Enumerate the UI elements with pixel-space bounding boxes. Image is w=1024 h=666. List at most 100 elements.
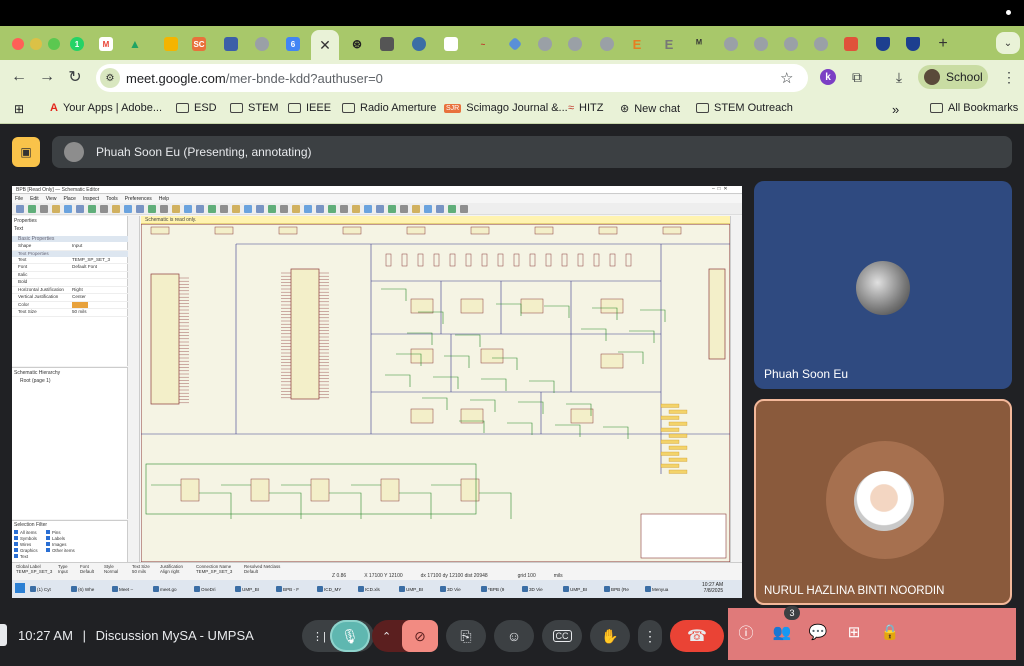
kicad-toolbar-icon[interactable] (16, 205, 24, 213)
browser-menu-button[interactable]: ⋮ (998, 66, 1020, 88)
taskbar-item[interactable]: BPB (Re (604, 583, 642, 595)
kicad-toolbar-icon[interactable] (76, 205, 84, 213)
kicad-toolbar-icon[interactable] (376, 205, 384, 213)
bookmark-stem[interactable]: STEM (230, 102, 279, 114)
bookmark-star-icon[interactable]: ☆ (780, 69, 793, 87)
new-tab-button[interactable]: + (930, 32, 956, 56)
bookmark-esd[interactable]: ESD (176, 102, 217, 114)
bookmark-scimago[interactable]: SJR Scimago Journal &... (444, 102, 568, 114)
minimize-window-button[interactable] (30, 38, 42, 50)
kicad-toolbar-icon[interactable] (220, 205, 228, 213)
tab-e[interactable]: E (624, 32, 650, 56)
stop-presenting-button[interactable]: ▣ (12, 137, 40, 167)
property-value[interactable]: TEMP_SP_SET_3 (70, 257, 128, 264)
kicad-menu-tools[interactable]: Tools (106, 196, 118, 202)
property-value[interactable]: 50 mils (70, 309, 128, 316)
kicad-toolbar-icon[interactable] (460, 205, 468, 213)
kicad-toolbar-icon[interactable] (412, 205, 420, 213)
taskbar-item[interactable]: (1) Cyt (30, 583, 68, 595)
kicad-toolbar-icon[interactable] (448, 205, 456, 213)
kicad-toolbar-icon[interactable] (256, 205, 264, 213)
kicad-menu-file[interactable]: File (15, 196, 23, 202)
taskbar-item[interactable]: (6) Whe (71, 583, 109, 595)
maximize-window-button[interactable] (48, 38, 60, 50)
taskbar-item[interactable]: 3D Vie (522, 583, 560, 595)
kicad-toolbar-icon[interactable] (100, 205, 108, 213)
host-controls-button[interactable]: 🔒 (880, 622, 900, 642)
selection-filter-item[interactable]: Text (14, 554, 28, 559)
kicad-toolbar-icon[interactable] (400, 205, 408, 213)
tab-gear[interactable] (406, 32, 432, 56)
selection-filter-item[interactable]: Graphics (14, 548, 38, 553)
kicad-toolbar-icon[interactable] (40, 205, 48, 213)
kicad-menu-edit[interactable]: Edit (30, 196, 39, 202)
schematic-canvas[interactable]: Schematic is read only. (141, 216, 730, 562)
apps-grid-button[interactable]: ⊞ (14, 102, 24, 116)
taskbar-item[interactable]: OneDri (194, 583, 232, 595)
mic-control[interactable]: ⋮| 🎙 (302, 620, 374, 652)
tab-chatgpt[interactable]: ⊛ (344, 32, 370, 56)
tab-bag[interactable] (838, 32, 864, 56)
kicad-toolbar-icon[interactable] (64, 205, 72, 213)
tab-slides[interactable] (158, 32, 184, 56)
reactions-button[interactable]: ☺ (494, 620, 534, 652)
bookmark-new-chat[interactable]: ⊛ New chat (620, 102, 680, 116)
property-value[interactable]: Right (70, 287, 128, 294)
taskbar-item[interactable]: ICD.xls (358, 583, 396, 595)
tab-shield[interactable] (870, 32, 896, 56)
more-options-button[interactable]: ⋮ (638, 620, 662, 652)
kicad-toolbar-icon[interactable] (184, 205, 192, 213)
tab-logo[interactable] (438, 32, 464, 56)
bookmarks-overflow-button[interactable]: » (892, 102, 899, 117)
kicad-toolbar-icon[interactable] (280, 205, 288, 213)
kicad-toolbar-icon[interactable] (244, 205, 252, 213)
kicad-toolbar-icon[interactable] (52, 205, 60, 213)
all-bookmarks-button[interactable]: All Bookmarks (930, 102, 1018, 114)
camera-control[interactable]: ⌃ ⊘ (372, 620, 438, 652)
kicad-toolbar-icon[interactable] (364, 205, 372, 213)
taskbar-item[interactable]: Menyua (645, 583, 683, 595)
kicad-toolbar-icon[interactable] (160, 205, 168, 213)
kicad-menu-preferences[interactable]: Preferences (125, 196, 152, 202)
tab-shield-2[interactable] (900, 32, 926, 56)
property-row[interactable]: Italic (12, 272, 128, 279)
tab-blue[interactable] (502, 32, 528, 56)
kicad-toolbar-icon[interactable] (304, 205, 312, 213)
captions-button[interactable]: CC (542, 620, 582, 652)
chat-button[interactable]: 💬 (808, 622, 828, 642)
camera-off-icon[interactable]: ⊘ (402, 620, 438, 652)
active-tab-close-button[interactable]: ✕ (311, 30, 339, 60)
bookmark-stem-outreach[interactable]: STEM Outreach (696, 102, 793, 114)
hierarchy-root[interactable]: Root (page 1) (20, 378, 51, 384)
kicad-toolbar-icon[interactable] (388, 205, 396, 213)
tab-search-button[interactable]: ⌄ (996, 32, 1020, 54)
address-bar[interactable]: ⚙ meet.google.com/mer-bnde-kdd?authuser=… (96, 64, 808, 92)
property-value[interactable]: Default Font (70, 264, 128, 271)
mic-icon[interactable]: 🎙 (330, 620, 370, 652)
kicad-menu-inspect[interactable]: Inspect (83, 196, 99, 202)
kicad-toolbar-icon[interactable] (172, 205, 180, 213)
property-row[interactable]: Text TEMP_SP_SET_3 (12, 257, 128, 264)
kicad-toolbar-icon[interactable] (136, 205, 144, 213)
kicad-menu-help[interactable]: Help (159, 196, 169, 202)
selection-filter-item[interactable]: Symbols (14, 536, 37, 541)
property-row[interactable]: Font Default Font (12, 264, 128, 272)
kicad-toolbar-icon[interactable] (292, 205, 300, 213)
kicad-toolbar-icon[interactable] (28, 205, 36, 213)
selection-filter-item[interactable]: Pins (46, 530, 61, 535)
tab-generic-5[interactable] (718, 32, 744, 56)
taskbar-item[interactable]: UMP_BI (235, 583, 273, 595)
kicad-toolbar-icon[interactable] (112, 205, 120, 213)
kicad-toolbar-icon[interactable] (352, 205, 360, 213)
kicad-toolbar-icon[interactable] (232, 205, 240, 213)
chevron-up-icon[interactable]: ⌃ (382, 630, 391, 643)
tab-m[interactable]: ᴹ (686, 32, 712, 56)
side-handle[interactable] (0, 624, 7, 646)
forward-button[interactable]: → (36, 66, 58, 88)
bookmark-adobe[interactable]: A Your Apps | Adobe... (50, 102, 162, 114)
leave-call-button[interactable]: ☎ (670, 620, 724, 652)
kicad-menu-view[interactable]: View (46, 196, 57, 202)
property-row[interactable]: Horizontal Justification Right (12, 287, 128, 294)
property-value[interactable] (70, 301, 128, 309)
kicad-toolbar-icon[interactable] (124, 205, 132, 213)
